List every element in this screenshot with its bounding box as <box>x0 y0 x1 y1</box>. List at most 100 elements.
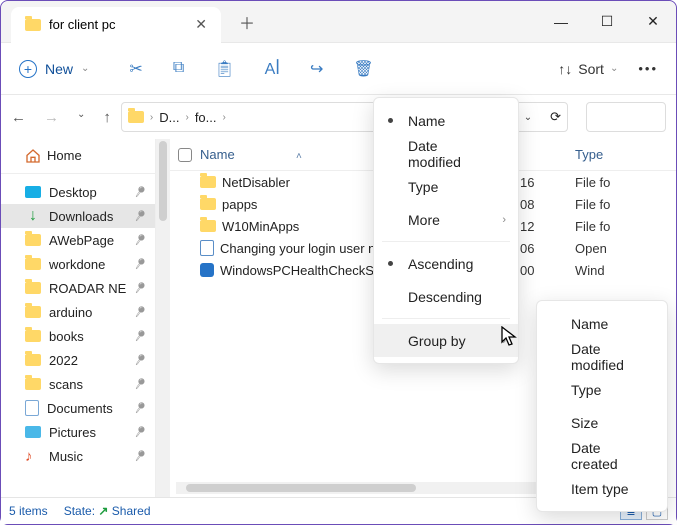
sidebar-item-books[interactable]: books📍︎ <box>1 324 155 348</box>
sidebar-item-documents[interactable]: Documents 📍︎ <box>1 396 155 420</box>
paste-icon[interactable]: 📋︎ <box>214 59 234 79</box>
pin-icon: 📍︎ <box>129 254 150 274</box>
close-tab-icon[interactable]: ✕ <box>195 16 207 33</box>
sidebar-item-label: Pictures <box>49 425 96 440</box>
sidebar-item-label: 2022 <box>49 353 78 368</box>
refresh-button[interactable]: ⟳ <box>550 109 561 125</box>
file-date: 06 <box>520 241 575 256</box>
sidebar-item-label: scans <box>49 377 83 392</box>
file-name: WindowsPCHealthCheckSetu <box>220 263 392 278</box>
up-button[interactable]: ↑ <box>103 109 111 126</box>
sidebar-item-pictures[interactable]: Pictures📍︎ <box>1 420 155 444</box>
pin-icon: 📍︎ <box>129 230 150 250</box>
file-type: File fo <box>575 175 635 190</box>
breadcrumb-2[interactable]: fo... <box>195 110 217 125</box>
group-by-submenu: Name Date modified Type Size Date create… <box>536 300 668 512</box>
rename-icon[interactable]: Aꟾ <box>265 59 280 79</box>
file-date: 08 <box>520 197 575 212</box>
sidebar-item-label: Documents <box>47 401 113 416</box>
file-type: Wind <box>575 263 635 278</box>
sidebar-item-scans[interactable]: scans 📍︎ <box>1 372 155 396</box>
file-name: NetDisabler <box>222 175 290 190</box>
sidebar-item-label: Music <box>49 449 83 464</box>
file-date: 12 <box>520 219 575 234</box>
delete-icon[interactable]: 🗑︎ <box>353 59 373 79</box>
file-name: W10MinApps <box>222 219 299 234</box>
toolbar-icons: ✂ ⧉ 📋︎ Aꟾ ↪ 🗑︎ <box>129 59 373 79</box>
breadcrumb-1[interactable]: D... <box>159 110 179 125</box>
back-button[interactable]: ← <box>11 109 26 126</box>
chevron-down-icon: ⌄ <box>610 63 618 74</box>
search-input[interactable] <box>586 102 666 132</box>
file-type: File fo <box>575 219 635 234</box>
sidebar-item-roadar-ne[interactable]: ROADAR NE📍︎ <box>1 276 155 300</box>
sidebar-item-label: Downloads <box>49 209 113 224</box>
groupby-date-created[interactable]: Date created <box>537 439 667 472</box>
vertical-scrollbar[interactable] <box>156 139 170 497</box>
pin-icon: 📍︎ <box>129 350 150 370</box>
sidebar-home-label: Home <box>47 148 82 163</box>
pin-icon: 📍︎ <box>129 182 150 202</box>
sidebar-item-label: ROADAR NE <box>49 281 126 296</box>
close-window-button[interactable]: ✕ <box>630 6 676 38</box>
share-icon[interactable]: ↪ <box>310 59 323 79</box>
sort-date-modified[interactable]: Date modified <box>374 137 518 170</box>
window-tab[interactable]: for client pc ✕ <box>11 7 221 43</box>
cut-icon[interactable]: ✂ <box>129 59 142 79</box>
chevron-down-icon[interactable]: ⌄ <box>77 109 85 126</box>
sidebar-item-music[interactable]: ♪Music📍︎ <box>1 444 155 468</box>
sidebar-item-desktop[interactable]: Desktop📍︎ <box>1 180 155 204</box>
sidebar-item-label: AWebPage <box>49 233 114 248</box>
groupby-item-type[interactable]: Item type <box>537 472 667 505</box>
forward-button[interactable]: → <box>44 109 59 126</box>
new-tab-button[interactable]: ＋ <box>239 10 255 34</box>
sort-more[interactable]: More› <box>374 203 518 236</box>
file-name: Changing your login user na <box>220 241 383 256</box>
sidebar-item-2022[interactable]: 2022 📍︎ <box>1 348 155 372</box>
groupby-name[interactable]: Name <box>537 307 667 340</box>
new-button[interactable]: + New ⌄ <box>19 60 89 78</box>
column-type[interactable]: Type <box>575 147 635 162</box>
share-icon: ↗ <box>98 504 108 518</box>
groupby-size[interactable]: Size <box>537 406 667 439</box>
sort-descending[interactable]: Descending <box>374 280 518 313</box>
groupby-date-modified[interactable]: Date modified <box>537 340 667 373</box>
pin-icon: 📍︎ <box>129 398 150 418</box>
sidebar-item-downloads[interactable]: ↓Downloads📍︎ <box>1 204 155 228</box>
sidebar-item-label: workdone <box>49 257 105 272</box>
file-type: File fo <box>575 197 635 212</box>
sort-group-by[interactable]: Group by› <box>374 324 518 357</box>
sort-indicator-icon: ˄ <box>296 151 302 162</box>
copy-icon[interactable]: ⧉ <box>173 59 184 79</box>
minimize-button[interactable]: ― <box>538 6 584 38</box>
sidebar-item-label: books <box>49 329 84 344</box>
more-button[interactable]: ••• <box>638 61 658 76</box>
sidebar-home[interactable]: Home <box>1 143 155 167</box>
pin-icon: 📍︎ <box>129 374 150 394</box>
sort-name[interactable]: Name <box>374 104 518 137</box>
sort-ascending[interactable]: Ascending <box>374 247 518 280</box>
state-label: State: ↗ Shared <box>64 504 151 518</box>
pin-icon: 📍︎ <box>129 278 150 298</box>
groupby-type[interactable]: Type <box>537 373 667 406</box>
file-name: papps <box>222 197 257 212</box>
pin-icon: 📍︎ <box>129 206 150 226</box>
item-count: 5 items <box>9 504 48 518</box>
chevron-down-icon: ⌄ <box>81 63 89 74</box>
file-date: 16 <box>520 175 575 190</box>
home-icon <box>25 148 39 162</box>
maximize-button[interactable]: ☐ <box>584 6 630 38</box>
chevron-right-icon: › <box>502 214 506 226</box>
mouse-cursor <box>501 326 519 348</box>
sidebar-item-awebpage[interactable]: AWebPage 📍︎ <box>1 228 155 252</box>
select-all-checkbox[interactable] <box>178 148 192 162</box>
sort-icon: ↑↓ <box>558 61 572 77</box>
toolbar: + New ⌄ ✂ ⧉ 📋︎ Aꟾ ↪ 🗑︎ ↑↓ Sort ⌄ ••• <box>1 43 676 95</box>
folder-icon <box>25 19 41 31</box>
sort-type[interactable]: Type <box>374 170 518 203</box>
file-date: 00 <box>520 263 575 278</box>
dropdown-icon[interactable]: ⌄ <box>524 112 532 123</box>
sort-button[interactable]: ↑↓ Sort ⌄ <box>558 61 618 77</box>
sidebar-item-workdone[interactable]: workdone 📍︎ <box>1 252 155 276</box>
sidebar-item-arduino[interactable]: arduino📍︎ <box>1 300 155 324</box>
